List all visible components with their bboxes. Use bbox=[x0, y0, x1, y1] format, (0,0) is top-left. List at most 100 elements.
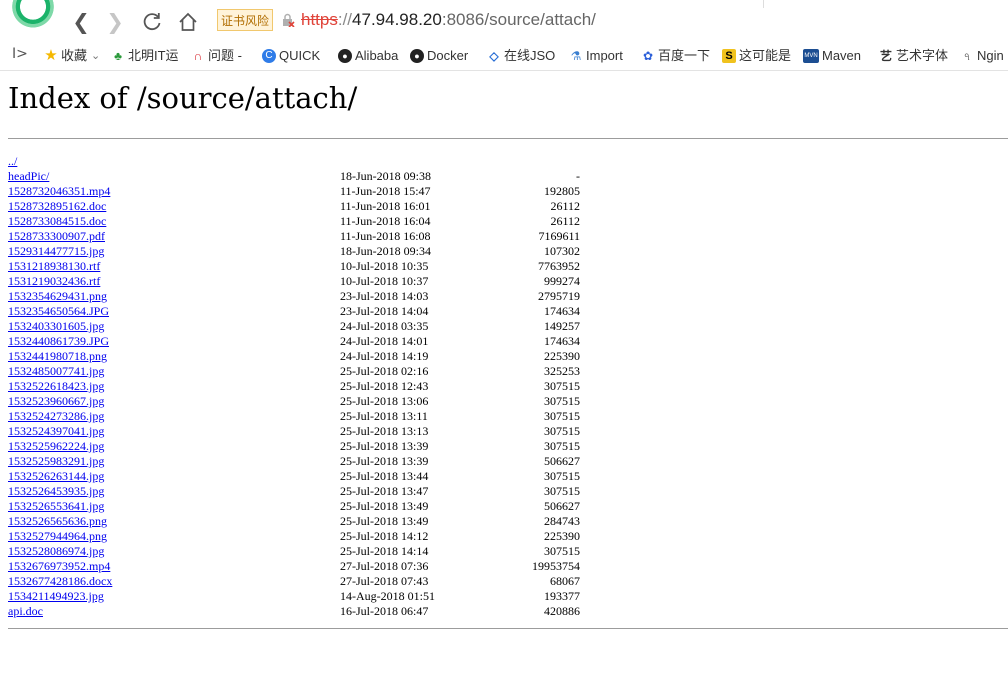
file-size: 26112 bbox=[550, 199, 580, 213]
file-date: 18-Jun-2018 09:34 bbox=[340, 244, 431, 258]
file-link[interactable]: headPic/ bbox=[8, 169, 49, 184]
top-divider bbox=[8, 138, 1008, 139]
file-link[interactable]: 1528733300907.pdf bbox=[8, 229, 105, 244]
paw-icon: ✿ bbox=[642, 49, 654, 63]
file-link[interactable]: 1532525983291.jpg bbox=[8, 454, 104, 469]
code-icon: ◇ bbox=[489, 49, 499, 63]
file-link[interactable]: 1532528086974.jpg bbox=[8, 544, 104, 559]
file-size: 307515 bbox=[544, 439, 580, 453]
bookmark-maven[interactable]: MVN Maven bbox=[803, 46, 861, 66]
bookmark-alibaba[interactable]: ● Alibaba bbox=[338, 46, 398, 66]
home-icon bbox=[179, 12, 197, 31]
file-link[interactable]: 1531219032436.rtf bbox=[8, 274, 100, 289]
file-link[interactable]: 1532522618423.jpg bbox=[8, 379, 104, 394]
file-link[interactable]: 1532354629431.png bbox=[8, 289, 107, 304]
bookmarks-toggle-button[interactable]: I> bbox=[12, 46, 28, 62]
bookmark-nginx[interactable]: ঀ Ngin bbox=[960, 46, 1004, 66]
file-link[interactable]: 1532403301605.jpg bbox=[8, 319, 104, 334]
file-link[interactable]: 1532526565636.png bbox=[8, 514, 107, 529]
file-size: 225390 bbox=[544, 529, 580, 543]
bookmark-label: Docker bbox=[427, 48, 469, 63]
file-size: 999274 bbox=[544, 274, 580, 288]
parent-directory-link[interactable]: ../ bbox=[8, 154, 17, 169]
file-date: 25-Jul-2018 13:11 bbox=[340, 409, 428, 423]
file-link[interactable]: 1532677428186.docx bbox=[8, 574, 112, 589]
file-date: 10-Jul-2018 10:37 bbox=[340, 274, 429, 288]
reload-button[interactable] bbox=[139, 9, 165, 35]
file-date: 25-Jul-2018 12:43 bbox=[340, 379, 429, 393]
file-date: 25-Jul-2018 13:47 bbox=[340, 484, 429, 498]
brush-icon: 艺 bbox=[879, 49, 892, 63]
file-date: 25-Jul-2018 13:39 bbox=[340, 439, 429, 453]
file-size: 19953754 bbox=[532, 559, 580, 573]
file-link[interactable]: 1532676973952.mp4 bbox=[8, 559, 110, 574]
file-link[interactable]: 1532354650564.JPG bbox=[8, 304, 109, 319]
bookmark-label: 收藏 bbox=[61, 48, 88, 63]
file-date: 18-Jun-2018 09:38 bbox=[340, 169, 431, 183]
file-date: 10-Jul-2018 10:35 bbox=[340, 259, 429, 273]
file-link[interactable]: 1532524397041.jpg bbox=[8, 424, 104, 439]
file-link[interactable]: 1531218938130.rtf bbox=[8, 259, 100, 274]
file-link[interactable]: 1528732046351.mp4 bbox=[8, 184, 110, 199]
file-date: 25-Jul-2018 13:13 bbox=[340, 424, 429, 438]
file-date: 25-Jul-2018 14:12 bbox=[340, 529, 429, 543]
bookmark-online-json[interactable]: ◇ 在线JSO bbox=[487, 46, 555, 66]
bookmark-favorites[interactable]: ★ 收藏 ⌄ bbox=[44, 46, 100, 66]
file-size: 506627 bbox=[544, 454, 580, 468]
file-link[interactable]: 1532485007741.jpg bbox=[8, 364, 104, 379]
bookmark-label: Import bbox=[586, 48, 623, 63]
file-link[interactable]: 1532526263144.jpg bbox=[8, 469, 104, 484]
file-size: 307515 bbox=[544, 394, 580, 408]
address-bar[interactable]: https://47.94.98.20:8086/source/attach/ bbox=[301, 10, 596, 30]
file-date: 11-Jun-2018 16:01 bbox=[340, 199, 431, 213]
file-size: 26112 bbox=[550, 214, 580, 228]
file-link[interactable]: 1532440861739.JPG bbox=[8, 334, 109, 349]
file-link[interactable]: 1532526553641.jpg bbox=[8, 499, 104, 514]
reload-icon bbox=[143, 13, 161, 31]
file-size: 307515 bbox=[544, 484, 580, 498]
bookmark-maybe[interactable]: S 这可能是 bbox=[722, 46, 791, 66]
url-protocol: https bbox=[301, 10, 338, 29]
file-size: 284743 bbox=[544, 514, 580, 528]
file-date: 25-Jul-2018 13:49 bbox=[340, 499, 429, 513]
back-button[interactable]: ❮ bbox=[68, 9, 94, 35]
home-button[interactable] bbox=[175, 9, 201, 35]
file-link[interactable]: 1532523960667.jpg bbox=[8, 394, 104, 409]
file-link[interactable]: 1532441980718.png bbox=[8, 349, 107, 364]
bookmark-label: Ngin bbox=[977, 48, 1004, 63]
file-link[interactable]: 1529314477715.jpg bbox=[8, 244, 104, 259]
file-link[interactable]: 1528733084515.doc bbox=[8, 214, 106, 229]
bookmark-docker[interactable]: ● Docker bbox=[410, 46, 468, 66]
certificate-risk-badge[interactable]: 证书风险 bbox=[217, 9, 274, 31]
bookmark-label: QUICK bbox=[279, 48, 321, 63]
browser-logo-icon[interactable] bbox=[8, 0, 58, 32]
insecure-lock-icon[interactable] bbox=[281, 13, 295, 27]
file-size: 325253 bbox=[544, 364, 580, 378]
file-date: 25-Jul-2018 14:14 bbox=[340, 544, 429, 558]
file-link[interactable]: 1532527944964.png bbox=[8, 529, 107, 544]
file-link[interactable]: 1532525962224.jpg bbox=[8, 439, 104, 454]
file-size: 506627 bbox=[544, 499, 580, 513]
file-size: 174634 bbox=[544, 304, 580, 318]
forward-button[interactable]: ❯ bbox=[102, 9, 128, 35]
file-link[interactable]: 1532524273286.jpg bbox=[8, 409, 104, 424]
file-size: 420886 bbox=[544, 604, 580, 618]
file-size: - bbox=[576, 169, 580, 183]
leaf-icon: ♣ bbox=[114, 49, 122, 63]
file-date: 23-Jul-2018 14:03 bbox=[340, 289, 429, 303]
bookmark-beiming[interactable]: ♣ 北明IT运 bbox=[111, 46, 179, 66]
file-link[interactable]: 1534211494923.jpg bbox=[8, 589, 104, 604]
page-title: Index of /source/attach/ bbox=[8, 81, 358, 115]
file-size: 307515 bbox=[544, 544, 580, 558]
bookmark-issues[interactable]: ∩ 问题 - bbox=[191, 46, 242, 66]
bookmark-art-font[interactable]: 艺 艺术字体 bbox=[879, 46, 948, 66]
file-link[interactable]: api.doc bbox=[8, 604, 43, 619]
bookmark-import[interactable]: ⚗ Import bbox=[569, 46, 623, 66]
bookmark-quick[interactable]: C QUICK bbox=[262, 46, 320, 66]
file-date: 25-Jul-2018 13:49 bbox=[340, 514, 429, 528]
bookmark-baidu[interactable]: ✿ 百度一下 bbox=[641, 46, 710, 66]
file-link[interactable]: 1532526453935.jpg bbox=[8, 484, 104, 499]
bookmark-label: 在线JSO bbox=[504, 48, 556, 63]
file-link[interactable]: 1528732895162.doc bbox=[8, 199, 106, 214]
file-size: 107302 bbox=[544, 244, 580, 258]
